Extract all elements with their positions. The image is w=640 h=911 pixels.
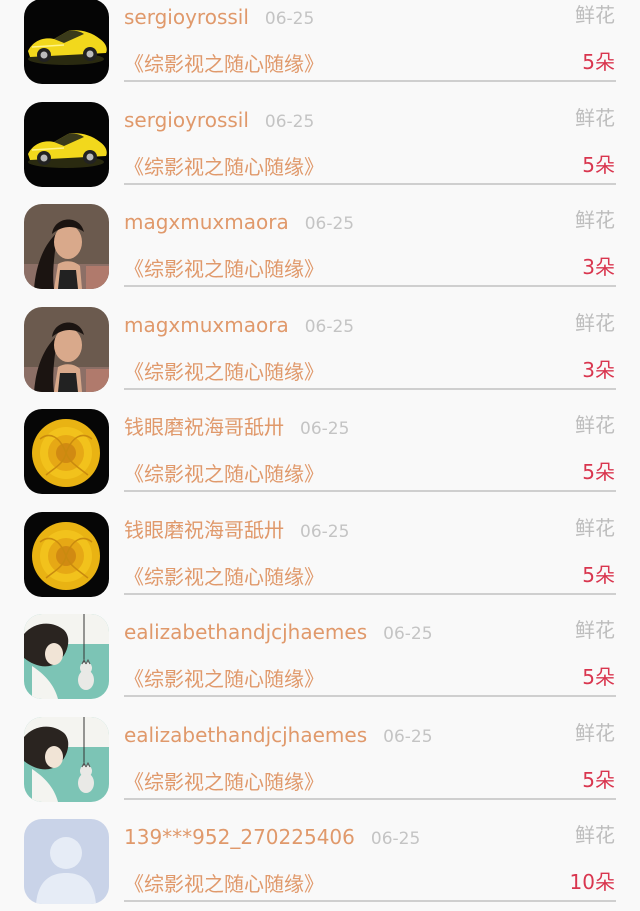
car-avatar-icon [24,0,109,84]
avatar[interactable] [24,101,109,187]
gift-type: 鲜花 [575,720,615,745]
divider [124,900,616,902]
avatar[interactable] [24,204,109,289]
avatar[interactable] [24,306,109,392]
gift-type: 鲜花 [575,105,615,130]
divider [124,490,616,492]
avatar[interactable] [24,819,109,904]
avatar[interactable] [24,0,109,84]
gift-type: 鲜花 [575,823,615,847]
username-text: magxmuxmaora [124,312,289,337]
username-text: sergioyrossil [124,5,249,29]
book-title-link[interactable]: 《综影视之随心随缘》 [124,769,324,795]
date: 06-25 [264,9,315,29]
list-item[interactable]: magxmuxmaora 06-25 鲜花 《综影视之随心随缘》 3朵 [0,193,640,296]
divider [124,797,616,800]
divider [124,285,616,287]
gift-type: 鲜花 [575,618,615,642]
username[interactable]: sergioyrossil 06-25 [124,4,314,32]
book-title-link[interactable]: 《综影视之随心随缘》 [124,154,324,180]
divider [124,387,616,390]
date: 06-25 [383,726,433,747]
book-title-link[interactable]: 《综影视之随心随缘》 [124,564,324,590]
woman-photo-avatar-icon [24,306,109,392]
avatar[interactable] [24,511,109,597]
divider [124,182,616,185]
car-avatar-icon [24,101,109,187]
illustration-avatar-icon [24,716,109,802]
list-item[interactable]: 钱眼磨祝海哥舐卅 06-25 鲜花 《综影视之随心随缘》 5朵 [0,398,640,501]
list-item[interactable]: ealizabethandjcjhaemes 06-25 鲜花 《综影视之随心随缘… [0,706,640,809]
gift-count: 3朵 [582,255,615,279]
woman-photo-avatar-icon [24,204,109,289]
gift-count: 3朵 [582,357,615,382]
default-person-avatar-icon [24,819,109,904]
date: 06-25 [304,214,355,234]
username-text: sergioyrossil [124,107,249,132]
username-text: 钱眼磨祝海哥舐卅 [124,517,284,542]
list-item[interactable]: ealizabethandjcjhaemes 06-25 鲜花 《综影视之随心随缘… [0,603,640,706]
list-item[interactable]: 钱眼磨祝海哥舐卅 06-25 鲜花 《综影视之随心随缘》 5朵 [0,501,640,604]
yellow-rose-avatar-icon [24,409,109,494]
illustration-avatar-icon [24,614,109,699]
book-title-link[interactable]: 《综影视之随心随缘》 [124,256,324,282]
gift-type: 鲜花 [575,515,615,540]
avatar[interactable] [24,409,109,494]
gift-count: 5朵 [582,562,615,587]
gift-type: 鲜花 [575,413,615,437]
username[interactable]: ealizabethandjcjhaemes 06-25 [124,619,433,647]
divider [124,592,616,595]
username-text: magxmuxmaora [124,210,289,234]
book-title-link[interactable]: 《综影视之随心随缘》 [124,359,324,385]
list-item[interactable]: sergioyrossil 06-25 鲜花 《综影视之随心随缘》 5朵 [0,0,640,91]
username[interactable]: 139***952_270225406 06-25 [124,824,420,852]
book-title-link[interactable]: 《综影视之随心随缘》 [124,666,324,692]
username[interactable]: 钱眼磨祝海哥舐卅 06-25 [124,414,349,442]
book-title-link[interactable]: 《综影视之随心随缘》 [124,871,324,897]
username[interactable]: magxmuxmaora 06-25 [124,209,354,237]
divider [124,80,616,82]
username[interactable]: ealizabethandjcjhaemes 06-25 [124,722,433,750]
gift-count: 5朵 [582,460,615,484]
gift-type: 鲜花 [575,310,615,335]
gift-type: 鲜花 [575,3,615,27]
date: 06-25 [300,419,350,439]
gift-record-list: sergioyrossil 06-25 鲜花 《综影视之随心随缘》 5朵 serg… [0,0,640,911]
list-item[interactable]: magxmuxmaora 06-25 鲜花 《综影视之随心随缘》 3朵 [0,296,640,399]
gift-count: 5朵 [582,767,615,792]
username-text: 139***952_270225406 [124,825,355,849]
date: 06-25 [383,624,433,644]
gift-count: 5朵 [582,50,615,74]
divider [124,695,616,697]
list-item[interactable]: 139***952_270225406 06-25 鲜花 《综影视之随心随缘》 1… [0,808,640,911]
username[interactable]: magxmuxmaora 06-25 [124,312,354,340]
gift-count: 5朵 [582,152,615,177]
username-text: 钱眼磨祝海哥舐卅 [124,415,284,439]
username-text: ealizabethandjcjhaemes [124,620,368,644]
gift-type: 鲜花 [575,208,615,232]
book-title-link[interactable]: 《综影视之随心随缘》 [124,461,324,487]
date: 06-25 [264,111,315,132]
date: 06-25 [300,521,350,542]
avatar[interactable] [24,716,109,802]
yellow-rose-avatar-icon [24,511,109,597]
gift-count: 5朵 [582,665,615,689]
date: 06-25 [304,316,355,337]
avatar[interactable] [24,614,109,699]
date: 06-25 [370,829,421,849]
username[interactable]: 钱眼磨祝海哥舐卅 06-25 [124,517,349,545]
username[interactable]: sergioyrossil 06-25 [124,107,314,135]
gift-count: 10朵 [569,870,615,894]
list-item[interactable]: sergioyrossil 06-25 鲜花 《综影视之随心随缘》 5朵 [0,91,640,194]
book-title-link[interactable]: 《综影视之随心随缘》 [124,51,324,77]
username-text: ealizabethandjcjhaemes [124,722,368,747]
